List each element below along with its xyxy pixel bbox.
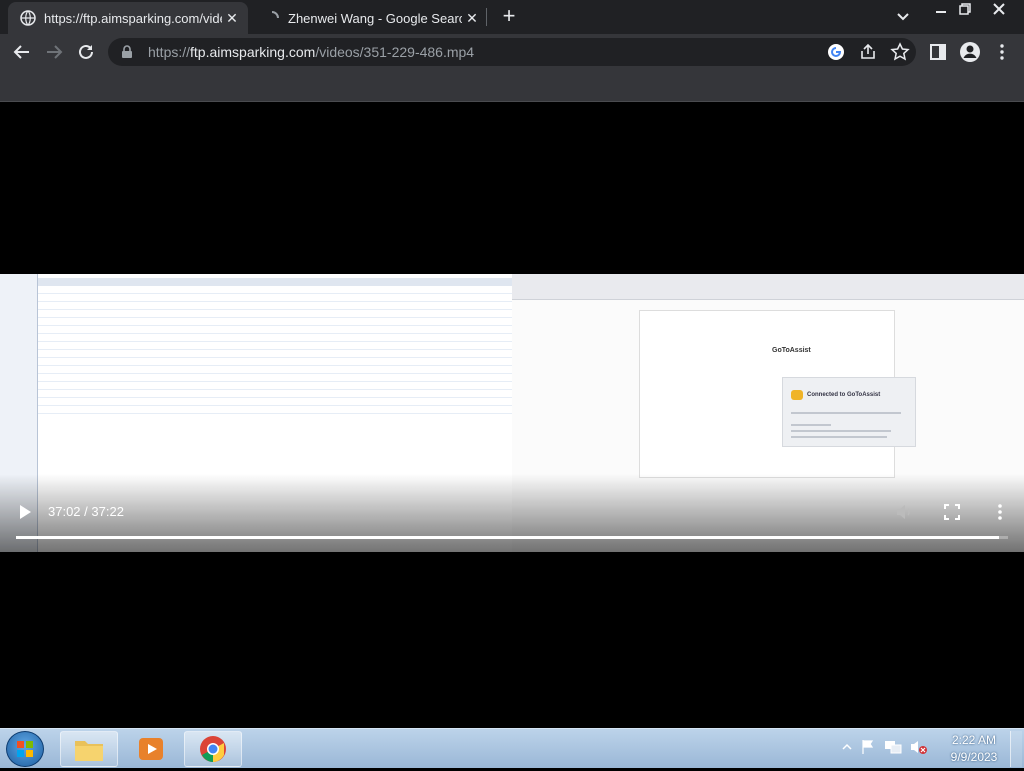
clock-date: 9/9/2023 bbox=[950, 750, 998, 764]
system-tray bbox=[842, 739, 928, 755]
volume-muted-tray-icon[interactable] bbox=[910, 739, 928, 755]
volume-muted-icon[interactable] bbox=[894, 502, 914, 522]
tab-title: Zhenwei Wang - Google Search bbox=[288, 10, 462, 26]
profile-button[interactable] bbox=[958, 40, 982, 64]
restore-button[interactable] bbox=[952, 0, 978, 18]
tab-title: https://ftp.aimsparking.com/videos/351-2… bbox=[44, 10, 222, 26]
start-button[interactable] bbox=[6, 731, 44, 767]
explorer-icon bbox=[75, 741, 103, 761]
spreadsheet-grid bbox=[38, 286, 512, 416]
video-controls: 37:02 / 37:22 bbox=[0, 496, 1024, 550]
show-hidden-icons-icon[interactable] bbox=[842, 742, 852, 752]
video-progress-fill bbox=[16, 536, 1000, 539]
video-more-options-icon[interactable] bbox=[990, 502, 1010, 522]
close-window-button[interactable] bbox=[986, 0, 1012, 18]
close-tab-icon[interactable]: ✕ bbox=[462, 8, 482, 28]
tab-google-search[interactable]: Zhenwei Wang - Google Search ✕ bbox=[252, 2, 488, 34]
text-line bbox=[791, 412, 901, 414]
forward-button[interactable] bbox=[42, 40, 66, 64]
kebab-menu-icon bbox=[1000, 44, 1004, 60]
new-tab-button[interactable]: + bbox=[498, 5, 520, 28]
tab-divider bbox=[486, 8, 487, 26]
avatar-icon bbox=[960, 42, 980, 62]
gotoassist-icon bbox=[791, 390, 803, 400]
taskbar-media-player-button[interactable] bbox=[122, 731, 180, 767]
goto-logo: GoToAssist bbox=[772, 347, 811, 354]
address-bar[interactable]: https://ftp.aimsparking.com/videos/351-2… bbox=[108, 38, 916, 66]
url-text: https://ftp.aimsparking.com/videos/351-2… bbox=[148, 44, 475, 60]
back-button[interactable] bbox=[10, 40, 34, 64]
globe-icon bbox=[20, 10, 36, 26]
windows-logo-icon bbox=[17, 741, 33, 757]
loading-spinner-icon bbox=[271, 11, 279, 19]
chrome-icon bbox=[200, 736, 226, 762]
side-panel-button[interactable] bbox=[926, 40, 950, 64]
spreadsheet-header bbox=[38, 278, 512, 286]
time-display: 37:02 / 37:22 bbox=[48, 504, 124, 519]
share-icon[interactable] bbox=[858, 42, 878, 62]
reload-button[interactable] bbox=[74, 40, 98, 64]
close-tab-icon[interactable]: ✕ bbox=[222, 8, 242, 28]
windows-taskbar: 2:22 AM 9/9/2023 bbox=[0, 728, 1024, 768]
play-icon[interactable] bbox=[16, 503, 34, 521]
goto-title: Connected to GoToAssist bbox=[807, 392, 881, 398]
embedded-browser-bar bbox=[512, 274, 1024, 300]
tab-strip: https://ftp.aimsparking.com/videos/351-2… bbox=[0, 0, 1024, 34]
tab-video[interactable]: https://ftp.aimsparking.com/videos/351-2… bbox=[8, 2, 248, 34]
fullscreen-icon[interactable] bbox=[942, 502, 962, 522]
reload-icon bbox=[79, 44, 93, 59]
show-desktop-button[interactable] bbox=[1010, 731, 1022, 767]
action-center-flag-icon[interactable] bbox=[860, 739, 876, 755]
browser-toolbar: https://ftp.aimsparking.com/videos/351-2… bbox=[0, 34, 1024, 70]
google-lens-icon[interactable] bbox=[826, 42, 846, 62]
arrow-left-icon bbox=[13, 45, 29, 59]
video-page: GoToAssist Connected to GoToAssist 37:02… bbox=[0, 103, 1024, 727]
minimize-button[interactable] bbox=[928, 0, 954, 18]
side-panel-icon bbox=[930, 44, 946, 60]
tab-search-chevron-icon[interactable] bbox=[893, 8, 913, 26]
taskbar-clock[interactable]: 2:22 AM 9/9/2023 bbox=[946, 732, 1002, 766]
network-icon[interactable] bbox=[884, 739, 902, 755]
star-bookmark-icon[interactable] bbox=[890, 42, 910, 62]
text-line bbox=[791, 430, 891, 432]
clock-time: 2:22 AM bbox=[951, 733, 997, 747]
taskbar-explorer-button[interactable] bbox=[60, 731, 118, 767]
media-player-icon bbox=[139, 738, 163, 760]
embedded-page-card: GoToAssist Connected to GoToAssist bbox=[639, 310, 916, 478]
browser-menu-button[interactable] bbox=[990, 40, 1014, 64]
text-line bbox=[791, 436, 887, 438]
text-line bbox=[791, 424, 831, 426]
video-progress-bar[interactable] bbox=[16, 536, 1008, 539]
lock-icon[interactable] bbox=[120, 45, 134, 59]
bookmark-bar bbox=[0, 70, 1024, 102]
taskbar-chrome-button[interactable] bbox=[184, 731, 242, 767]
goto-connection-box: Connected to GoToAssist bbox=[782, 377, 916, 447]
arrow-right-icon bbox=[47, 45, 63, 59]
